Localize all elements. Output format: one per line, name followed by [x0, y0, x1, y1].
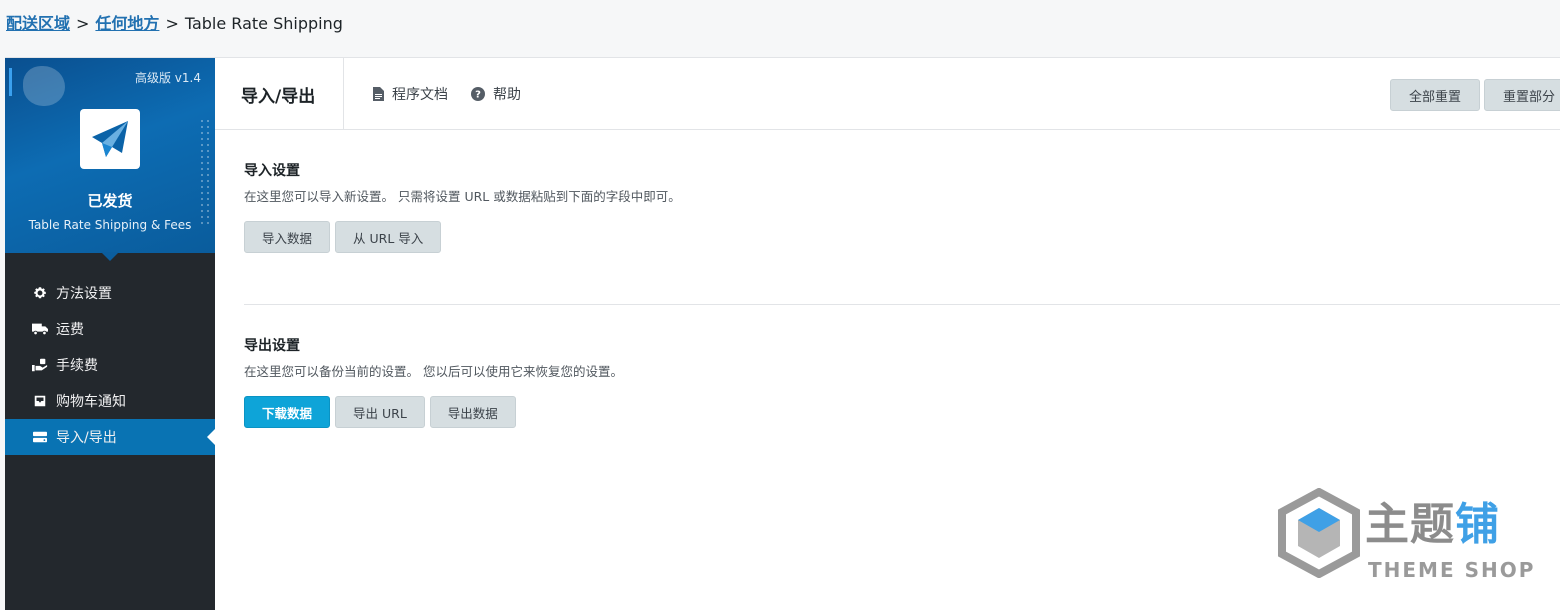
sidebar-item-label: 手续费 — [56, 358, 98, 374]
sidebar-item-cart-notice[interactable]: 购物车通知 — [5, 383, 215, 419]
sidebar-item-method-settings[interactable]: 方法设置 — [5, 275, 215, 311]
reset-all-button[interactable]: 全部重置 — [1390, 79, 1480, 111]
paper-plane-logo-icon — [80, 109, 140, 169]
export-data-button[interactable]: 导出数据 — [429, 396, 516, 428]
active-caret — [207, 429, 215, 445]
page-title: 导入/导出 — [215, 58, 344, 130]
docs-label: 程序文档 — [392, 87, 448, 103]
sidebar-item-import-export[interactable]: 导入/导出 — [5, 419, 215, 455]
sidebar: 高级版 v1.4 已发货 Table Rate Shipping & Fees … — [5, 58, 215, 610]
hand-money-icon — [32, 357, 48, 373]
sidebar-item-label: 导入/导出 — [56, 430, 117, 446]
export-title: 导出设置 — [244, 338, 300, 354]
svg-text:?: ? — [475, 90, 481, 101]
export-buttons: 下载数据 导出 URL 导出数据 — [244, 396, 516, 428]
brand-notch — [101, 252, 119, 261]
export-section: 导出设置 在这里您可以备份当前的设置。 您以后可以使用它来恢复您的设置。 — [244, 335, 623, 380]
download-data-button[interactable]: 下载数据 — [244, 396, 331, 428]
sidebar-item-label: 方法设置 — [56, 286, 112, 302]
decor-dots — [199, 118, 211, 228]
watermark-en: THEME SHOP — [1368, 558, 1536, 582]
import-from-url-button[interactable]: 从 URL 导入 — [335, 221, 442, 253]
help-label: 帮助 — [493, 87, 521, 103]
sidebar-item-label: 购物车通知 — [56, 394, 126, 410]
import-data-button[interactable]: 导入数据 — [244, 221, 331, 253]
docs-link[interactable]: 程序文档 — [373, 84, 448, 104]
inbox-icon — [32, 393, 48, 409]
breadcrumb: 配送区域 > 任何地方 > Table Rate Shipping — [6, 12, 343, 36]
reset-section-button[interactable]: 重置部分 — [1484, 79, 1560, 111]
plugin-subtitle: Table Rate Shipping & Fees — [28, 218, 192, 232]
truck-icon — [32, 321, 48, 337]
import-title: 导入设置 — [244, 163, 300, 179]
import-section: 导入设置 在这里您可以导入新设置。 只需将设置 URL 或数据粘贴到下面的字段中… — [244, 160, 681, 205]
export-url-button[interactable]: 导出 URL — [335, 396, 425, 428]
sidebar-item-shipping-cost[interactable]: 运费 — [5, 311, 215, 347]
brand-header: 高级版 v1.4 已发货 Table Rate Shipping & Fees — [5, 58, 215, 261]
gear-icon — [32, 285, 48, 301]
drive-icon — [32, 429, 48, 445]
breadcrumb-current: Table Rate Shipping — [184, 14, 343, 33]
sidebar-nav: 方法设置 运费 手续费 购物车通知 导入/导出 — [5, 275, 215, 455]
theme-shop-watermark: 主题铺 THEME SHOP — [1276, 488, 1541, 583]
import-buttons: 导入数据 从 URL 导入 — [244, 221, 442, 253]
question-circle-icon: ? — [471, 87, 485, 101]
document-icon — [373, 87, 384, 101]
breadcrumb-link-anywhere[interactable]: 任何地方 — [95, 14, 159, 33]
watermark-cn: 主题铺 — [1365, 499, 1500, 550]
section-divider — [244, 304, 1560, 305]
breadcrumb-separator: > — [165, 14, 179, 33]
version-badge: 高级版 v1.4 — [134, 71, 201, 85]
decor-blob — [23, 66, 65, 106]
sidebar-item-label: 运费 — [56, 322, 84, 338]
help-link[interactable]: ? 帮助 — [471, 84, 521, 104]
import-description: 在这里您可以导入新设置。 只需将设置 URL 或数据粘贴到下面的字段中即可。 — [244, 189, 681, 204]
breadcrumb-link-shipping-zones[interactable]: 配送区域 — [6, 14, 70, 33]
decor-bar — [9, 68, 12, 96]
section-header: 导入/导出 程序文档 ? 帮助 全部重置 重置部分 — [215, 58, 1560, 130]
sidebar-item-handling-fee[interactable]: 手续费 — [5, 347, 215, 383]
theme-shop-logo-icon — [1278, 488, 1360, 578]
breadcrumb-separator: > — [76, 14, 90, 33]
plugin-name: 已发货 — [87, 192, 133, 210]
export-description: 在这里您可以备份当前的设置。 您以后可以使用它来恢复您的设置。 — [244, 364, 623, 379]
